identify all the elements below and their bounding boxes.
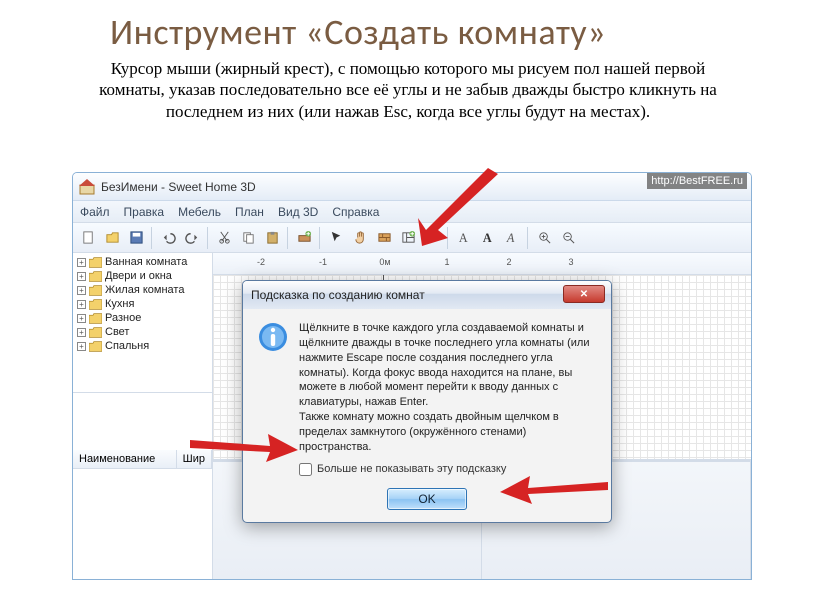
ruler-horizontal: -2 -1 0м 1 2 3 <box>213 253 751 275</box>
tree-item[interactable]: +Жилая комната <box>73 283 212 297</box>
dimension-tool-icon[interactable] <box>421 227 443 249</box>
svg-text:A: A <box>505 231 514 245</box>
new-file-icon[interactable] <box>77 227 99 249</box>
wall-tool-icon[interactable] <box>373 227 395 249</box>
dialog-title: Подсказка по созданию комнат <box>251 288 425 302</box>
furniture-table-header: Наименование Шир <box>73 450 212 469</box>
select-tool-icon[interactable] <box>325 227 347 249</box>
dialog-titlebar: Подсказка по созданию комнат ✕ <box>243 281 611 309</box>
menu-file[interactable]: Файл <box>73 205 117 219</box>
menu-edit[interactable]: Правка <box>117 205 172 219</box>
text-tool-icon[interactable]: A <box>453 227 475 249</box>
undo-icon[interactable] <box>157 227 179 249</box>
zoom-out-icon[interactable] <box>557 227 579 249</box>
copy-icon[interactable] <box>237 227 259 249</box>
svg-text:A: A <box>482 231 491 245</box>
info-icon <box>257 321 289 353</box>
tree-item[interactable]: +Ванная комната <box>73 255 212 269</box>
slide-description: Курсор мыши (жирный крест), с помощью ко… <box>88 58 728 122</box>
zoom-in-icon[interactable] <box>533 227 555 249</box>
catalog-tree[interactable]: +Ванная комната +Двери и окна +Жилая ком… <box>73 253 212 393</box>
toolbar: A A A <box>73 223 751 253</box>
save-icon[interactable] <box>125 227 147 249</box>
hint-dialog: Подсказка по созданию комнат ✕ Щёлкните … <box>242 280 612 523</box>
col-width[interactable]: Шир <box>177 450 212 468</box>
dont-show-again-label: Больше не показывать эту подсказку <box>317 463 506 475</box>
menu-furniture[interactable]: Мебель <box>171 205 228 219</box>
paste-icon[interactable] <box>261 227 283 249</box>
tree-item[interactable]: +Спальня <box>73 339 212 353</box>
col-name[interactable]: Наименование <box>73 450 177 468</box>
app-icon <box>79 179 95 195</box>
slide-title: Инструмент «Создать комнату» <box>0 0 816 58</box>
redo-icon[interactable] <box>181 227 203 249</box>
room-tool-icon[interactable] <box>397 227 419 249</box>
cut-icon[interactable] <box>213 227 235 249</box>
open-file-icon[interactable] <box>101 227 123 249</box>
watermark: http://BestFREE.ru <box>647 173 747 189</box>
pan-tool-icon[interactable] <box>349 227 371 249</box>
menu-view3d[interactable]: Вид 3D <box>271 205 325 219</box>
tree-item[interactable]: +Разное <box>73 311 212 325</box>
menubar[interactable]: Файл Правка Мебель План Вид 3D Справка <box>73 201 751 223</box>
menu-plan[interactable]: План <box>228 205 271 219</box>
window-title: БезИмени - Sweet Home 3D <box>101 180 256 194</box>
svg-text:A: A <box>458 231 467 245</box>
dont-show-again-checkbox[interactable] <box>299 463 312 476</box>
close-icon[interactable]: ✕ <box>563 285 605 303</box>
dialog-body-text: Щёлкните в точке каждого угла создаваемо… <box>299 321 597 455</box>
text-italic-icon[interactable]: A <box>501 227 523 249</box>
window-titlebar: БезИмени - Sweet Home 3D http://BestFREE… <box>73 173 751 201</box>
text-bold-icon[interactable]: A <box>477 227 499 249</box>
menu-help[interactable]: Справка <box>325 205 386 219</box>
tree-item[interactable]: +Двери и окна <box>73 269 212 283</box>
ok-button[interactable]: OK <box>387 488 467 510</box>
add-furniture-icon[interactable] <box>293 227 315 249</box>
tree-item[interactable]: +Свет <box>73 325 212 339</box>
tree-item[interactable]: +Кухня <box>73 297 212 311</box>
